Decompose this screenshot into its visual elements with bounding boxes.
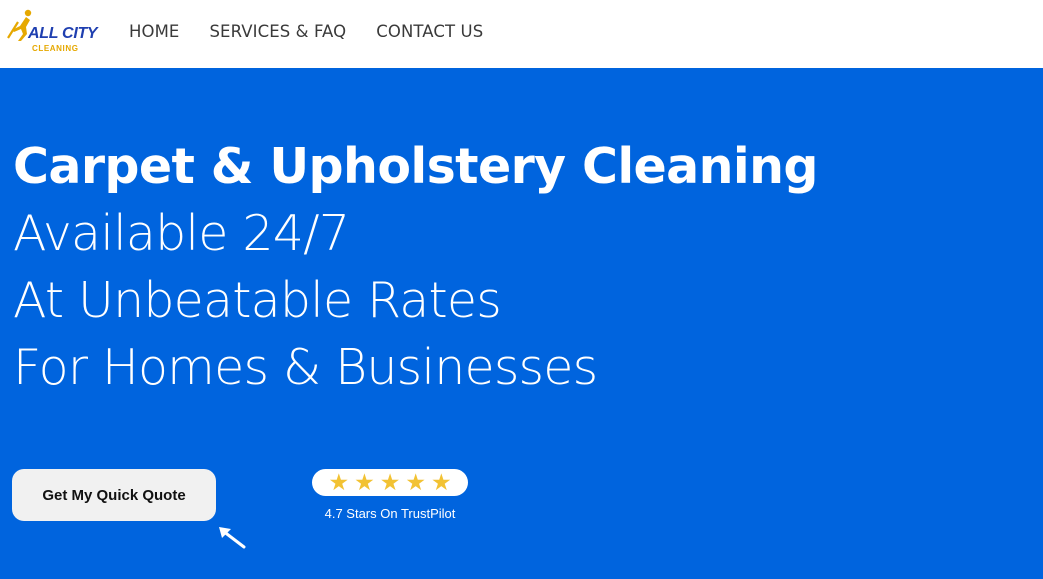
arrow-up-left-icon	[219, 527, 246, 549]
hero-subline-rates: At Unbeatable Rates	[13, 272, 502, 329]
star-icon: ★	[379, 469, 401, 495]
hero-subline-availability: Available 24/7	[13, 205, 350, 262]
nav-item-home[interactable]: HOME	[129, 22, 179, 41]
rating-stars[interactable]: ★ ★ ★ ★ ★	[312, 469, 468, 496]
site-header: ALL CITY CLEANING HOME SERVICES & FAQ CO…	[0, 0, 1043, 68]
star-icon: ★	[405, 469, 426, 495]
quick-quote-button[interactable]: Get My Quick Quote	[12, 469, 216, 521]
star-icon: ★	[430, 469, 452, 495]
nav-item-contact-us[interactable]: CONTACT US	[376, 22, 483, 41]
logo-main-text: ALL CITY	[28, 25, 98, 42]
hero-headline: Carpet & Upholstery Cleaning	[13, 138, 818, 195]
hero-subline-audience: For Homes & Businesses	[13, 339, 598, 396]
nav-item-services-faq[interactable]: SERVICES & FAQ	[209, 22, 346, 41]
logo-sub-text: CLEANING	[32, 44, 79, 53]
hero-section: Carpet & Upholstery Cleaning Available 2…	[0, 68, 1043, 579]
site-logo[interactable]: ALL CITY CLEANING	[6, 8, 98, 56]
star-icon: ★	[354, 469, 375, 495]
rating-text: 4.7 Stars On TrustPilot	[324, 506, 456, 521]
main-nav: HOME SERVICES & FAQ CONTACT US	[129, 22, 483, 41]
star-icon: ★	[328, 469, 350, 495]
